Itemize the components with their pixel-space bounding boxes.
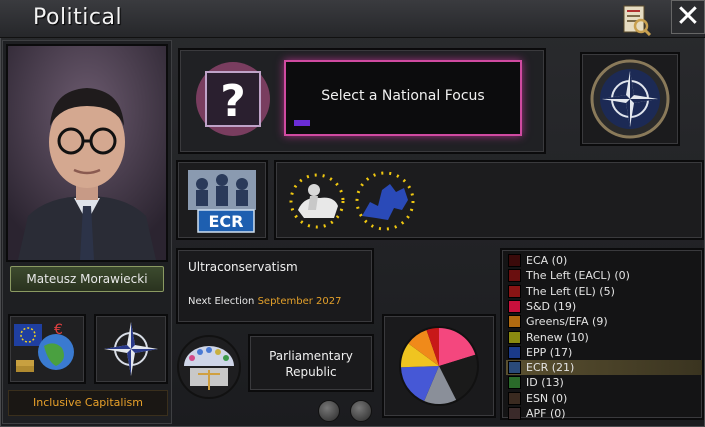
ruling-party-box[interactable]: ECR (176, 160, 268, 240)
ideology-box[interactable]: Ultraconservatism Next Election Septembe… (176, 248, 374, 324)
party-color-swatch (508, 376, 521, 390)
government-type-box[interactable]: Parliamentary Republic (248, 334, 374, 392)
election-prefix: Next Election (188, 296, 255, 307)
round-button-left[interactable] (318, 400, 340, 422)
europa-bull-icon[interactable] (284, 166, 350, 236)
party-color-swatch (508, 391, 521, 405)
party-list: ECA (0) The Left (EACL) (0) The Left (EL) … (500, 248, 704, 420)
next-election: Next Election September 2027 (188, 296, 341, 308)
party-row[interactable]: ESN (0) (506, 391, 702, 406)
party-row[interactable]: The Left (EL) (5) (506, 284, 702, 299)
party-row[interactable]: Greens/EFA (9) (506, 314, 702, 329)
party-color-swatch (508, 407, 521, 420)
party-row[interactable]: APF (0) (506, 406, 702, 421)
party-label: Greens/EFA (9) (526, 315, 608, 329)
party-row[interactable]: S&D (19) (506, 299, 702, 314)
select-focus-button[interactable]: Select a National Focus (284, 60, 522, 136)
party-row[interactable]: ID (13) (506, 375, 702, 390)
party-row[interactable]: The Left (EACL) (0) (506, 268, 702, 283)
party-color-swatch (508, 315, 521, 329)
party-label: ESN (0) (526, 391, 568, 405)
party-color-swatch (508, 254, 521, 267)
party-color-swatch (508, 361, 521, 375)
svg-text:€: € (54, 322, 63, 338)
party-color-swatch (508, 269, 521, 283)
party-color-swatch (508, 345, 521, 359)
focus-label: Select a National Focus (321, 88, 485, 104)
party-label: The Left (EACL) (0) (526, 269, 630, 283)
leader-portrait[interactable] (6, 44, 168, 262)
party-label: ID (13) (526, 376, 564, 390)
ledger-icon[interactable] (620, 4, 652, 36)
party-label: ECA (0) (526, 254, 568, 267)
party-row[interactable]: ECA (0) (506, 253, 702, 268)
party-label: Renew (10) (526, 330, 589, 344)
party-pie-box (382, 314, 496, 418)
party-color-swatch (508, 330, 521, 344)
round-button-right[interactable] (350, 400, 372, 422)
nato-idea-box[interactable] (94, 314, 168, 384)
party-label: S&D (19) (526, 299, 577, 313)
nato-faction-icon (590, 59, 670, 139)
europe-map-icon[interactable] (352, 166, 418, 236)
nato-star-icon (104, 322, 158, 376)
election-date: September 2027 (257, 296, 342, 307)
title-bar: Political ✕ (0, 0, 705, 38)
ecr-badge-text: ECR (209, 212, 244, 231)
close-button[interactable]: ✕ (671, 0, 705, 34)
economy-icon-box[interactable]: € (8, 314, 86, 384)
leader-name-plate[interactable]: Mateusz Morawiecki (10, 266, 164, 292)
party-pie-chart (399, 326, 479, 406)
ecr-party-icon: ECR (188, 170, 256, 233)
party-label: ECR (21) (526, 361, 575, 375)
party-label: APF (0) (526, 407, 566, 420)
focus-question-icon[interactable]: ? (194, 60, 272, 138)
ideology-name: Ultraconservatism (188, 260, 298, 274)
panel-title: Political (33, 5, 123, 30)
government-type: Parliamentary Republic (269, 349, 353, 379)
faction-box[interactable] (580, 52, 680, 146)
parliament-icon[interactable] (174, 334, 244, 400)
national-ideas-box (274, 160, 704, 240)
party-row[interactable]: ECR (21) (506, 360, 702, 376)
economy-label[interactable]: Inclusive Capitalism (8, 390, 168, 416)
party-color-swatch (508, 299, 521, 313)
party-row[interactable]: EPP (17) (506, 345, 702, 360)
economy-icon: € (14, 322, 74, 372)
party-label: The Left (EL) (5) (526, 284, 615, 298)
leader-portrait-image (8, 46, 166, 260)
party-label: EPP (17) (526, 345, 573, 359)
national-focus-panel: ? Select a National Focus (178, 48, 546, 154)
focus-progress-bar (294, 120, 310, 126)
svg-text:?: ? (220, 76, 246, 127)
party-row[interactable]: Renew (10) (506, 330, 702, 345)
party-color-swatch (508, 284, 521, 298)
